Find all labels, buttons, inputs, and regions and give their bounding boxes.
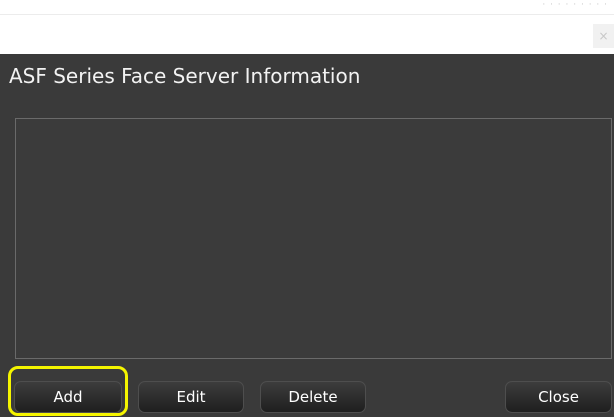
top-strip-text: · · · · · · · · ·	[542, 0, 608, 10]
edit-button[interactable]: Edit	[138, 381, 244, 413]
face-server-dialog: ASF Series Face Server Information Add E…	[0, 54, 614, 417]
page: · · · · · · · · · × ASF Series Face Serv…	[0, 0, 614, 417]
dialog-title: ASF Series Face Server Information	[9, 64, 361, 88]
server-list-panel[interactable]	[15, 118, 612, 359]
window-close-icon[interactable]: ×	[593, 24, 614, 48]
delete-button[interactable]: Delete	[260, 381, 366, 413]
add-button[interactable]: Add	[14, 381, 122, 413]
close-button[interactable]: Close	[505, 381, 612, 413]
top-strip: · · · · · · · · ·	[0, 0, 614, 15]
